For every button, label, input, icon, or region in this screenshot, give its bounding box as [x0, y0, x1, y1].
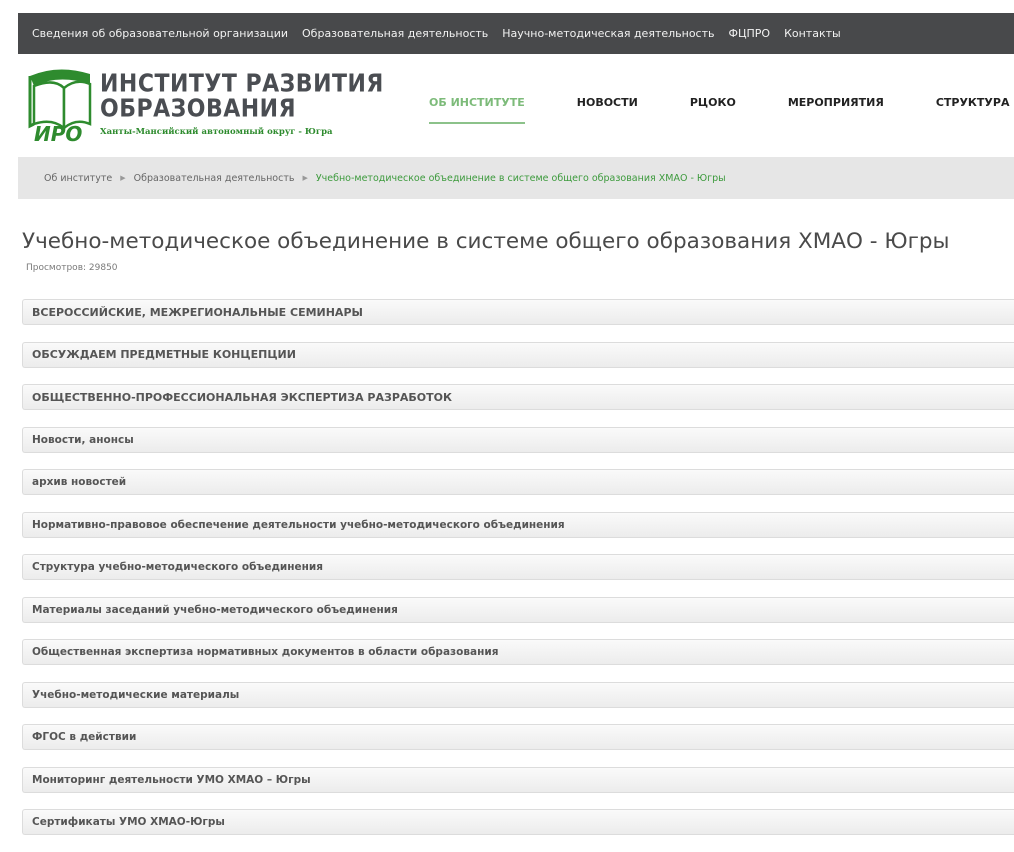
accordion-item-legal-support[interactable]: Нормативно-правовое обеспечение деятельн…: [22, 511, 1014, 538]
accordion-item-label: Структура учебно-методического объединен…: [32, 561, 324, 573]
topnav-link-scientific-activity[interactable]: Научно-методическая деятельность: [502, 27, 714, 40]
nav-events[interactable]: МЕРОПРИЯТИЯ: [788, 96, 884, 109]
accordion-item-label: архив новостей: [32, 476, 127, 488]
site-logo[interactable]: ИРО ИНСТИТУТ РАЗВИТИЯ ОБРАЗОВАНИЯ Ханты-…: [24, 66, 383, 146]
logo-subtitle: Ханты-Мансийский автономный округ - Югра: [100, 127, 333, 137]
accordion-item-expertise[interactable]: ОБЩЕСТВЕННО-ПРОФЕССИОНАЛЬНАЯ ЭКСПЕРТИЗА …: [22, 384, 1014, 410]
accordion-item-news-archive[interactable]: архив новостей: [22, 469, 1014, 495]
accordion-item-public-expertise[interactable]: Общественная экспертиза нормативных доку…: [22, 639, 1014, 665]
views-count: 29850: [88, 263, 118, 273]
site-header: ИРО ИНСТИТУТ РАЗВИТИЯ ОБРАЗОВАНИЯ Ханты-…: [18, 54, 1014, 151]
breadcrumb-separator-icon: ▶: [120, 174, 126, 182]
accordion-item-label: Новости, анонсы: [32, 433, 134, 446]
accordion-item-meeting-materials[interactable]: Материалы заседаний учебно-методического…: [22, 596, 1014, 623]
accordion-item-label: Учебно-методические материалы: [32, 688, 240, 701]
main-navigation: ОБ ИНСТИТУТЕ НОВОСТИ РЦОКО МЕРОПРИЯТИЯ С…: [429, 54, 1014, 151]
breadcrumb-item-about[interactable]: Об институте: [44, 173, 112, 184]
top-navigation-bar: Сведения об образовательной организации …: [18, 13, 1014, 54]
topnav-link-educational-activity[interactable]: Образовательная деятельность: [302, 27, 488, 40]
nav-about-institute[interactable]: ОБ ИНСТИТУТЕ: [429, 96, 525, 124]
nav-structure[interactable]: СТРУКТУРА: [936, 96, 1010, 109]
topnav-link-contacts[interactable]: Контакты: [784, 27, 841, 40]
accordion-item-label: Нормативно-правовое обеспечение деятельн…: [32, 518, 565, 531]
accordion-item-label: ОБЩЕСТВЕННО-ПРОФЕССИОНАЛЬНАЯ ЭКСПЕРТИЗА …: [32, 390, 452, 404]
breadcrumb-item-educational-activity[interactable]: Образовательная деятельность: [134, 173, 295, 184]
accordion-item-certificates[interactable]: Сертификаты УМО ХМАО-Югры: [22, 809, 1014, 835]
accordion-item-label: ОБСУЖДАЕМ ПРЕДМЕТНЫЕ КОНЦЕПЦИИ: [32, 348, 296, 361]
accordion-item-seminars[interactable]: ВСЕРОССИЙСКИЕ, МЕЖРЕГИОНАЛЬНЫЕ СЕМИНАРЫ: [22, 299, 1014, 325]
topnav-link-fcpro[interactable]: ФЦПРО: [729, 27, 771, 40]
accordion-item-news[interactable]: Новости, анонсы: [22, 426, 1014, 453]
accordion-item-structure[interactable]: Структура учебно-методического объединен…: [22, 554, 1014, 580]
logo-abbreviation: ИРО: [34, 122, 83, 146]
accordion-item-monitoring[interactable]: Мониторинг деятельности УМО ХМАО – Югры: [22, 766, 1014, 793]
topnav-link-organization-info[interactable]: Сведения об образовательной организации: [32, 27, 288, 40]
accordion-item-teaching-materials[interactable]: Учебно-методические материалы: [22, 681, 1014, 708]
accordion-item-label: ФГОС в действии: [32, 731, 137, 743]
accordion-item-fgos[interactable]: ФГОС в действии: [22, 724, 1014, 750]
accordion-item-label: Общественная экспертиза нормативных доку…: [32, 646, 499, 658]
logo-title-line1: ИНСТИТУТ РАЗВИТИЯ: [100, 69, 384, 99]
accordion-list: ВСЕРОССИЙСКИЕ, МЕЖРЕГИОНАЛЬНЫЕ СЕМИНАРЫ …: [22, 299, 1014, 852]
logo-title-line2: ОБРАЗОВАНИЯ: [100, 94, 297, 124]
nav-rcoko[interactable]: РЦОКО: [690, 96, 736, 109]
accordion-item-concepts[interactable]: ОБСУЖДАЕМ ПРЕДМЕТНЫЕ КОНЦЕПЦИИ: [22, 341, 1014, 368]
breadcrumb-separator-icon: ▶: [302, 174, 308, 182]
page-title: Учебно-методическое объединение в систем…: [22, 229, 950, 254]
nav-news[interactable]: НОВОСТИ: [577, 96, 638, 109]
accordion-item-label: ВСЕРОССИЙСКИЕ, МЕЖРЕГИОНАЛЬНЫЕ СЕМИНАРЫ: [32, 305, 363, 319]
breadcrumb-item-current: Учебно-методическое объединение в систем…: [315, 172, 726, 184]
views-counter: Просмотров: 29850: [26, 263, 118, 273]
accordion-item-label: Сертификаты УМО ХМАО-Югры: [32, 816, 225, 828]
accordion-item-label: Материалы заседаний учебно-методического…: [32, 603, 398, 616]
breadcrumb: Об институте ▶ Образовательная деятельно…: [18, 157, 1014, 199]
views-label: Просмотров:: [26, 263, 87, 273]
accordion-item-label: Мониторинг деятельности УМО ХМАО – Югры: [32, 773, 311, 786]
